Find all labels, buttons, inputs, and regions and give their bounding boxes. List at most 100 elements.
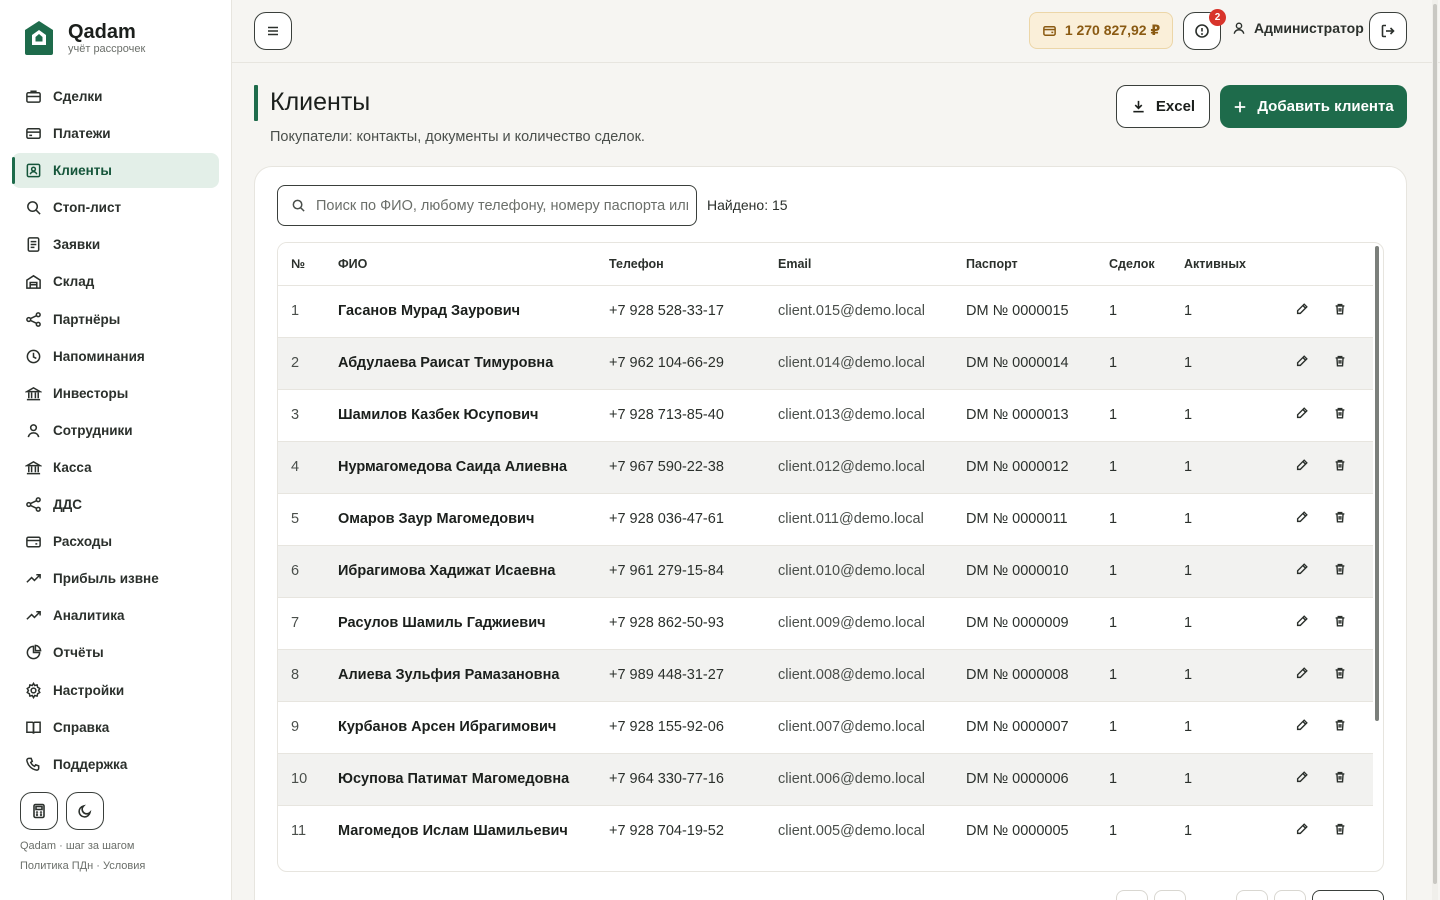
theme-toggle-button[interactable] [66,792,104,830]
sidebar-item-17[interactable]: Настройки [12,673,219,708]
delete-button[interactable] [1333,354,1355,372]
sidebar-item-18[interactable]: Справка [12,710,219,745]
delete-button[interactable] [1333,822,1355,840]
sidebar-footer-links[interactable]: Политика ПДн · Условия [20,860,145,872]
cell-name[interactable]: Омаров Заур Магомедович [338,492,609,545]
sidebar-item-13[interactable]: Расходы [12,524,219,559]
sidebar-item-5[interactable]: Заявки [12,227,219,262]
table-header-row: № ФИО Телефон Email Паспорт Сделок Актив… [278,243,1373,285]
delete-button[interactable] [1333,510,1355,528]
edit-button[interactable] [1295,666,1317,684]
edit-button[interactable] [1295,406,1317,424]
sidebar-item-label: Справка [53,719,110,735]
edit-button[interactable] [1295,458,1317,476]
table-scrollbar[interactable] [1375,246,1379,721]
page-scrollbar[interactable] [1432,0,1438,900]
table-row[interactable]: 6 Ибрагимова Хадижат Исаевна +7 961 279-15… [278,544,1373,597]
delete-button[interactable] [1333,302,1355,320]
pagination-last-button[interactable] [1274,890,1306,900]
column-header-deals[interactable]: Сделок [1109,243,1184,285]
column-header-passport[interactable]: Паспорт [966,243,1109,285]
cell-phone: +7 961 279-15-84 [609,544,778,597]
sidebar-item-15[interactable]: Аналитика [12,598,219,633]
delete-button[interactable] [1333,770,1355,788]
sidebar-item-14[interactable]: Прибыль извне [12,561,219,596]
sidebar-item-6[interactable]: Склад [12,264,219,299]
page-scrollbar-thumb[interactable] [1433,4,1437,884]
page-size-select[interactable] [1312,890,1384,900]
brand[interactable]: Qadam учёт рассрочек [24,20,145,56]
table-row[interactable]: 1 Гасанов Мурад Заурович +7 928 528-33-17 c… [278,284,1373,337]
table-row[interactable]: 11 Магомедов Ислам Шамильевич +7 928 704-1… [278,804,1373,857]
table-row[interactable]: 7 Расулов Шамиль Гаджиевич +7 928 862-50-9… [278,596,1373,649]
cell-name[interactable]: Алиева Зульфия Рамазановна [338,648,609,701]
pagination-prev-button[interactable] [1154,890,1186,900]
delete-button[interactable] [1333,666,1355,684]
cell-name[interactable]: Абдулаева Раисат Тимуровна [338,336,609,389]
cell-number: 1 [278,284,338,337]
sidebar-item-16[interactable]: Отчёты [12,635,219,670]
sidebar-item-12[interactable]: ДДС [12,487,219,522]
sidebar-item-3[interactable]: Клиенты [12,153,219,189]
edit-button[interactable] [1295,822,1317,840]
sidebar-item-11[interactable]: Касса [12,450,219,485]
menu-button[interactable] [254,12,292,50]
edit-button[interactable] [1295,510,1317,528]
table-row[interactable]: 2 Абдулаева Раисат Тимуровна +7 962 104-66… [278,336,1373,389]
table-row[interactable]: 10 Юсупова Патимат Магомедовна +7 964 330-… [278,752,1373,805]
column-header-phone[interactable]: Телефон [609,243,778,285]
cell-name[interactable]: Нурмагомедова Саида Алиевна [338,440,609,493]
sidebar-item-9[interactable]: Инвесторы [12,376,219,411]
logout-icon [1381,24,1395,38]
alerts-button[interactable]: 2 [1183,9,1226,50]
column-header-email[interactable]: Email [778,243,966,285]
cell-name[interactable]: Гасанов Мурад Заурович [338,284,609,337]
cell-email: client.005@demo.local [778,804,966,857]
delete-button[interactable] [1333,406,1355,424]
cell-name[interactable]: Юсупова Патимат Магомедовна [338,752,609,805]
pagination-first-button[interactable] [1116,890,1148,900]
user-menu[interactable]: Администратор [1232,20,1364,36]
delete-button[interactable] [1333,718,1355,736]
cell-name[interactable]: Расулов Шамиль Гаджиевич [338,596,609,649]
sidebar-item-19[interactable]: Поддержка [12,747,219,782]
edit-button[interactable] [1295,354,1317,372]
sidebar-item-8[interactable]: Напоминания [12,339,219,374]
table-row[interactable]: 4 Нурмагомедова Саида Алиевна +7 967 590-2… [278,440,1373,493]
calculator-button[interactable] [20,792,58,830]
column-header-name[interactable]: ФИО [338,243,609,285]
sidebar-item-4[interactable]: Стоп-лист [12,190,219,225]
edit-button[interactable] [1295,302,1317,320]
search-input[interactable] [316,197,688,214]
search-box[interactable] [277,185,697,226]
edit-button[interactable] [1295,770,1317,788]
pagination-next-button[interactable] [1236,890,1268,900]
export-excel-button[interactable]: Excel [1116,85,1210,128]
balance-chip[interactable]: 1 270 827,92 ₽ [1029,12,1173,49]
cell-name[interactable]: Магомедов Ислам Шамильевич [338,804,609,857]
delete-button[interactable] [1333,458,1355,476]
cell-name[interactable]: Ибрагимова Хадижат Исаевна [338,544,609,597]
logout-button[interactable] [1369,12,1407,50]
sidebar-item-1[interactable]: Сделки [12,79,219,114]
sidebar-footer-tagline: Qadam · шаг за шагом [20,840,135,852]
add-client-button[interactable]: Добавить клиента [1220,85,1407,128]
edit-button[interactable] [1295,562,1317,580]
table-row[interactable]: 3 Шамилов Казбек Юсупович +7 928 713-85-40… [278,388,1373,441]
table-row[interactable]: 8 Алиева Зульфия Рамазановна +7 989 448-31… [278,648,1373,701]
table-row[interactable]: 9 Курбанов Арсен Ибрагимович +7 928 155-92… [278,700,1373,753]
sidebar-item-label: Расходы [53,534,113,550]
edit-button[interactable] [1295,614,1317,632]
delete-button[interactable] [1333,562,1355,580]
table-row[interactable]: 5 Омаров Заур Магомедович +7 928 036-47-61… [278,492,1373,545]
sidebar-item-10[interactable]: Сотрудники [12,413,219,448]
sidebar-item-2[interactable]: Платежи [12,116,219,151]
clock-icon [24,347,42,365]
sidebar-item-7[interactable]: Партнёры [12,302,219,337]
cell-name[interactable]: Шамилов Казбек Юсупович [338,388,609,441]
column-header-number[interactable]: № [278,243,338,285]
column-header-active[interactable]: Активных [1184,243,1289,285]
edit-button[interactable] [1295,718,1317,736]
cell-name[interactable]: Курбанов Арсен Ибрагимович [338,700,609,753]
delete-button[interactable] [1333,614,1355,632]
